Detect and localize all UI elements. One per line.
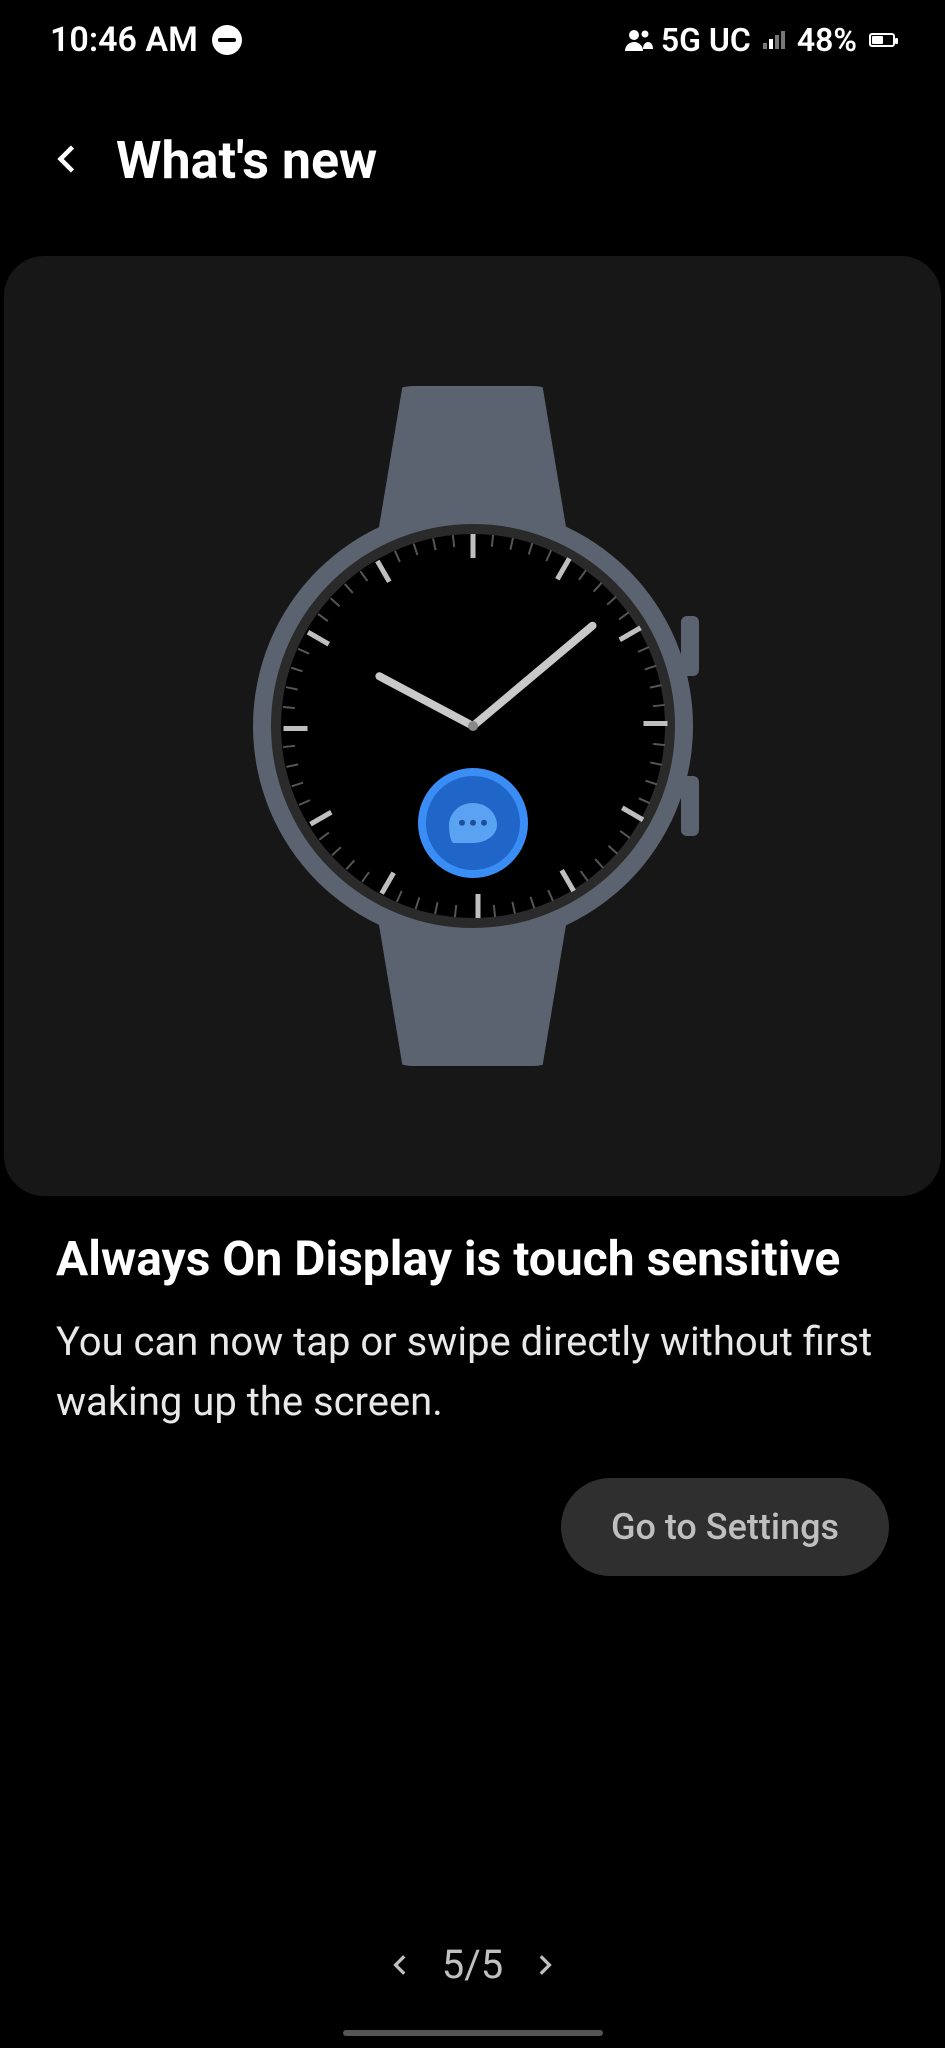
feature-heading: Always On Display is touch sensitive (56, 1230, 889, 1288)
dnd-icon (212, 25, 242, 55)
status-bar: 10:46 AM 5G UC 48% (0, 0, 945, 80)
signal-icon (763, 31, 785, 49)
status-time: 10:46 AM (50, 20, 198, 60)
go-to-settings-button[interactable]: Go to Settings (561, 1478, 889, 1576)
pager-next-button[interactable] (531, 1941, 557, 1988)
pager-label: 5/5 (442, 1941, 503, 1988)
battery-label: 48% (797, 21, 857, 59)
pager-prev-button[interactable] (388, 1941, 414, 1988)
battery-icon (869, 33, 895, 47)
messages-complication-icon (418, 768, 528, 878)
network-label: 5G UC (661, 21, 751, 59)
people-icon (625, 21, 653, 59)
back-button[interactable] (50, 141, 86, 181)
page-title: What's new (116, 130, 377, 191)
hero-card (4, 256, 941, 1196)
home-indicator[interactable] (343, 2030, 603, 2036)
feature-body: You can now tap or swipe directly withou… (56, 1312, 889, 1432)
pager: 5/5 (0, 1941, 945, 1988)
watch-illustration (253, 386, 693, 1066)
